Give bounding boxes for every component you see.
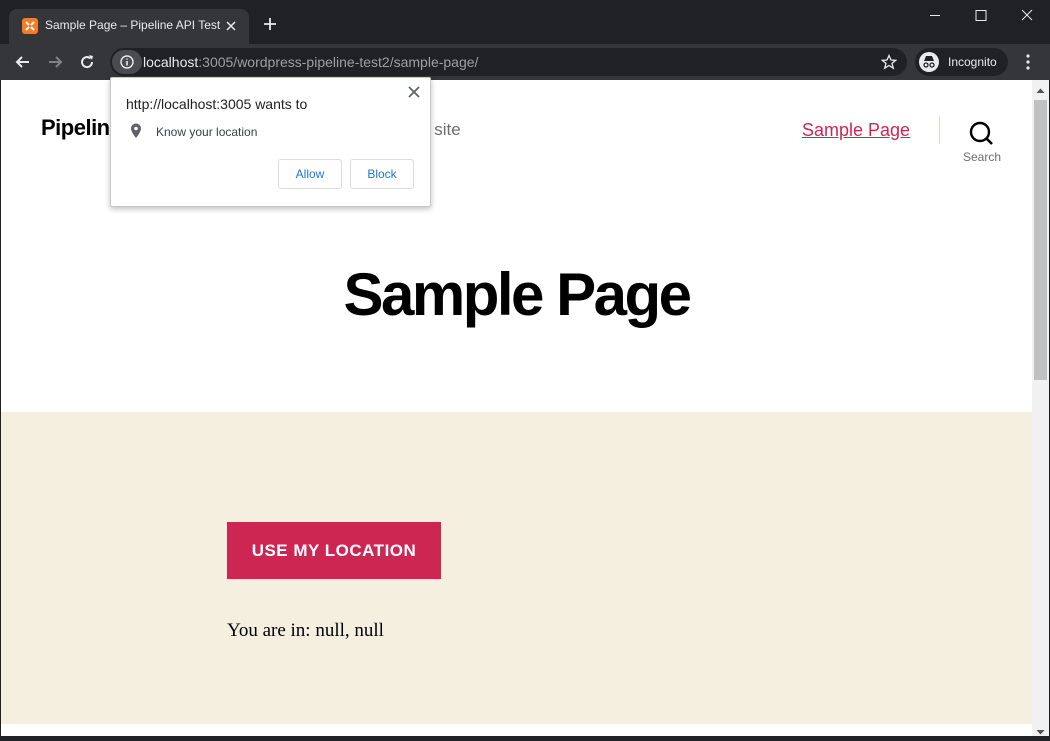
allow-button[interactable]: Allow	[278, 159, 342, 189]
location-pin-icon	[130, 123, 142, 144]
xampp-favicon-icon	[22, 18, 38, 34]
menu-link-sample-page[interactable]: Sample Page	[802, 120, 910, 141]
permission-text: Know your location	[156, 125, 258, 139]
page-title: Sample Page	[343, 261, 692, 328]
url-path: :3005/wordpress-pipeline-test2/sample-pa…	[198, 54, 479, 70]
incognito-badge[interactable]: Incognito	[915, 48, 1008, 76]
site-info-icon[interactable]	[112, 50, 142, 74]
scrollbar-thumb[interactable]	[1034, 100, 1047, 380]
url-text: localhost:3005/wordpress-pipeline-test2/…	[143, 54, 478, 70]
popup-close-icon[interactable]	[407, 85, 421, 99]
maximize-icon[interactable]	[958, 0, 1004, 32]
location-output-text: You are in: null, null	[227, 620, 384, 641]
page-scrollbar[interactable]	[1032, 80, 1049, 736]
search-label: Search	[962, 150, 1002, 164]
tab-close-icon[interactable]	[223, 18, 239, 34]
search-icon	[969, 121, 993, 145]
url-host: localhost	[143, 54, 199, 70]
block-button[interactable]: Block	[350, 159, 414, 189]
menu-kebab-icon[interactable]	[1020, 52, 1036, 72]
site-title[interactable]: Pipelin	[41, 115, 110, 141]
browser-toolbar: localhost:3005/wordpress-pipeline-test2/…	[0, 44, 1050, 80]
new-tab-icon[interactable]	[262, 16, 278, 32]
incognito-label: Incognito	[948, 55, 997, 69]
scroll-up-icon[interactable]	[1036, 82, 1045, 100]
browser-tab[interactable]: Sample Page – Pipeline API Test	[9, 9, 249, 44]
header-divider	[939, 116, 940, 144]
forward-icon[interactable]	[45, 52, 65, 72]
reload-icon[interactable]	[77, 52, 97, 72]
popup-heading: http://localhost:3005 wants to	[126, 96, 308, 112]
scroll-down-icon[interactable]	[1036, 723, 1045, 741]
search-toggle-button[interactable]: Search	[953, 116, 1011, 166]
back-icon[interactable]	[13, 52, 33, 72]
content-section: USE MY LOCATION You are in: null, null	[1, 412, 1032, 724]
incognito-icon	[919, 52, 939, 72]
address-bar[interactable]: localhost:3005/wordpress-pipeline-test2/…	[110, 48, 907, 76]
tab-title: Sample Page – Pipeline API Test	[45, 18, 221, 32]
window-close-icon[interactable]	[1004, 0, 1050, 32]
bookmark-star-icon[interactable]	[880, 53, 898, 75]
title-bar: Sample Page – Pipeline API Test	[0, 0, 1050, 44]
minimize-icon[interactable]	[912, 0, 958, 32]
location-permission-popup: http://localhost:3005 wants to Know your…	[110, 77, 431, 207]
page-bottom	[1, 724, 1032, 736]
use-my-location-button[interactable]: USE MY LOCATION	[227, 522, 441, 579]
